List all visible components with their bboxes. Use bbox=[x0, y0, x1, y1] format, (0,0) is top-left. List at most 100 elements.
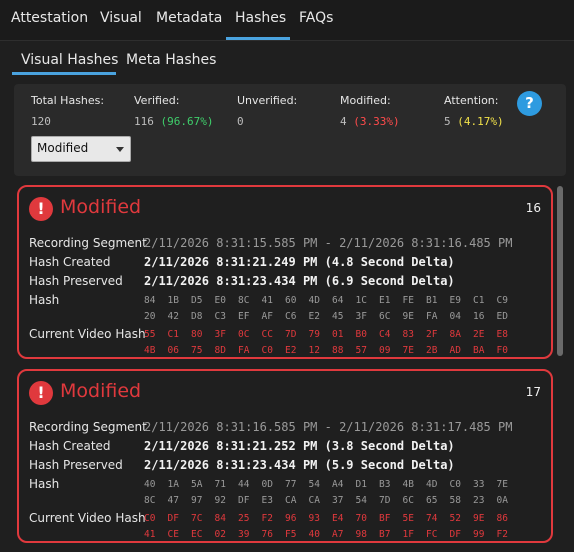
hex-byte: 4B bbox=[402, 479, 414, 490]
hex-byte: B0 bbox=[355, 329, 367, 340]
unverified-value: 0 bbox=[237, 115, 244, 128]
tab-faqs[interactable]: FAQs bbox=[299, 10, 333, 26]
hash-summary-panel: Total Hashes: 120 Verified: 116 (96.67%)… bbox=[14, 84, 566, 176]
hex-byte: AF bbox=[261, 311, 273, 322]
hash-bytes: 40 1A 5A 71 44 0D 77 54 A4 D1 B3 4B 4D C0 33 7E 8C 47 97 92… bbox=[144, 477, 520, 509]
hash-card-list: ! Modified 16 Recording Segment 2/11/202… bbox=[0, 176, 574, 552]
hex-byte: 96 bbox=[285, 513, 297, 524]
modified-value: 4 (3.33%) bbox=[340, 115, 400, 128]
tab-visual-hashes[interactable]: Visual Hashes bbox=[21, 52, 118, 68]
active-subtab-indicator bbox=[12, 72, 116, 75]
hex-row: 4B 06 75 8D FA C0 E2 12 88 57 09 7E 2B AD BA F0 bbox=[144, 343, 520, 359]
hex-byte: 2F bbox=[426, 329, 438, 340]
tab-hashes[interactable]: Hashes bbox=[235, 10, 286, 26]
hex-byte: BA bbox=[473, 345, 485, 356]
total-hashes-label: Total Hashes: bbox=[31, 94, 105, 107]
hex-byte: CA bbox=[285, 495, 297, 506]
hex-byte: CE bbox=[167, 529, 179, 540]
hex-byte: 80 bbox=[191, 329, 203, 340]
current-video-hash-label: Current Video Hash bbox=[29, 511, 146, 525]
tab-metadata[interactable]: Metadata bbox=[156, 10, 222, 26]
hex-byte: 1F bbox=[402, 529, 414, 540]
hex-byte: D1 bbox=[355, 479, 367, 490]
current-video-hash-bytes: C0 DF 7C 84 25 F2 96 93 E4 70 BF 5E 74 52 9E 86 41 CE EC 02… bbox=[144, 511, 520, 543]
recording-segment-value: 2/11/2026 8:31:16.585 PM - 2/11/2026 8:3… bbox=[144, 420, 513, 434]
attention-value: 5 (4.17%) bbox=[444, 115, 504, 128]
hex-byte: 5A bbox=[191, 479, 203, 490]
hex-byte: 60 bbox=[285, 295, 297, 306]
hex-byte: 8C bbox=[238, 295, 250, 306]
hex-byte: 4D bbox=[308, 295, 320, 306]
hex-byte: 41 bbox=[144, 529, 156, 540]
hex-byte: 57 bbox=[355, 345, 367, 356]
hex-byte: E2 bbox=[308, 311, 320, 322]
hex-byte: 76 bbox=[261, 529, 273, 540]
hex-byte: 45 bbox=[332, 311, 344, 322]
recording-segment-value: 2/11/2026 8:31:15.585 PM - 2/11/2026 8:3… bbox=[144, 236, 513, 250]
tab-visual[interactable]: Visual bbox=[100, 10, 142, 26]
alert-icon: ! bbox=[29, 197, 53, 221]
hex-byte: AD bbox=[449, 345, 461, 356]
hex-byte: 44 bbox=[238, 479, 250, 490]
hash-preserved-label: Hash Preserved bbox=[29, 458, 123, 472]
hex-byte: 25 bbox=[238, 513, 250, 524]
card-status: Modified bbox=[60, 380, 142, 402]
hex-byte: 2E bbox=[473, 329, 485, 340]
hex-byte: E3 bbox=[261, 495, 273, 506]
tab-meta-hashes[interactable]: Meta Hashes bbox=[126, 52, 216, 68]
hex-byte: 8C bbox=[144, 495, 156, 506]
filter-dropdown[interactable]: Modified bbox=[31, 136, 131, 162]
hash-created-value: 2/11/2026 8:31:21.249 PM (4.8 Second Del… bbox=[144, 255, 455, 269]
hex-row: 84 1B D5 E0 8C 41 60 4D 64 1C E1 FE B1 E9 C1 C9 bbox=[144, 293, 520, 309]
hex-byte: 79 bbox=[308, 329, 320, 340]
total-hashes-value: 120 bbox=[31, 115, 51, 128]
hex-byte: 6C bbox=[379, 311, 391, 322]
hex-byte: E1 bbox=[379, 295, 391, 306]
tab-attestation[interactable]: Attestation bbox=[11, 10, 88, 26]
hex-byte: C4 bbox=[379, 329, 391, 340]
hex-byte: CA bbox=[308, 495, 320, 506]
hex-byte: 4B bbox=[144, 345, 156, 356]
hex-byte: 41 bbox=[261, 295, 273, 306]
hex-byte: 7E bbox=[496, 479, 508, 490]
hex-row: 8C 47 97 92 DF E3 CA CA 37 54 7D 6C 65 58 23 0A bbox=[144, 493, 520, 509]
hex-byte: 99 bbox=[473, 529, 485, 540]
hash-card: ! Modified 17 Recording Segment 2/11/202… bbox=[17, 369, 553, 543]
top-tab-bar: Attestation Visual Metadata Hashes FAQs bbox=[0, 0, 574, 41]
verified-label: Verified: bbox=[134, 94, 180, 107]
hex-byte: D5 bbox=[191, 295, 203, 306]
hex-byte: 16 bbox=[473, 311, 485, 322]
hex-byte: 92 bbox=[214, 495, 226, 506]
help-button[interactable]: ? bbox=[517, 91, 542, 116]
hex-row: 41 CE EC 02 39 76 F5 40 A7 98 B7 1F FC DF 99 F2 bbox=[144, 527, 520, 543]
hex-byte: 70 bbox=[355, 513, 367, 524]
hex-byte: BF bbox=[379, 513, 391, 524]
hex-byte: ED bbox=[496, 311, 508, 322]
hex-byte: 8D bbox=[214, 345, 226, 356]
recording-segment-label: Recording Segment bbox=[29, 420, 147, 434]
modified-percent: (3.33%) bbox=[353, 115, 400, 128]
hex-byte: C1 bbox=[473, 295, 485, 306]
card-number: 17 bbox=[525, 385, 541, 399]
hex-byte: 0A bbox=[496, 495, 508, 506]
hex-byte: 65 bbox=[426, 495, 438, 506]
hex-byte: 06 bbox=[167, 345, 179, 356]
hex-byte: C3 bbox=[214, 311, 226, 322]
hex-byte: E0 bbox=[214, 295, 226, 306]
hex-byte: 4D bbox=[426, 479, 438, 490]
hash-label: Hash bbox=[29, 293, 60, 307]
filter-selected-value: Modified bbox=[37, 141, 89, 155]
hex-byte: 7D bbox=[379, 495, 391, 506]
alert-icon: ! bbox=[29, 381, 53, 405]
hex-byte: 9E bbox=[473, 513, 485, 524]
current-video-hash-bytes: 55 C1 80 3F 0C CC 7D 79 01 B0 C4 83 2F 8A 2E E8 4B 06 75 8D… bbox=[144, 327, 520, 359]
hex-byte: B1 bbox=[426, 295, 438, 306]
scrollbar-thumb[interactable] bbox=[557, 186, 563, 356]
hex-byte: 84 bbox=[144, 295, 156, 306]
hex-byte: 86 bbox=[496, 513, 508, 524]
verified-percent: (96.67%) bbox=[160, 115, 214, 128]
hex-byte: CC bbox=[261, 329, 273, 340]
hash-bytes: 84 1B D5 E0 8C 41 60 4D 64 1C E1 FE B1 E9 C1 C9 20 42 D8 C3… bbox=[144, 293, 520, 325]
hex-byte: F0 bbox=[496, 345, 508, 356]
hex-byte: 6C bbox=[402, 495, 414, 506]
